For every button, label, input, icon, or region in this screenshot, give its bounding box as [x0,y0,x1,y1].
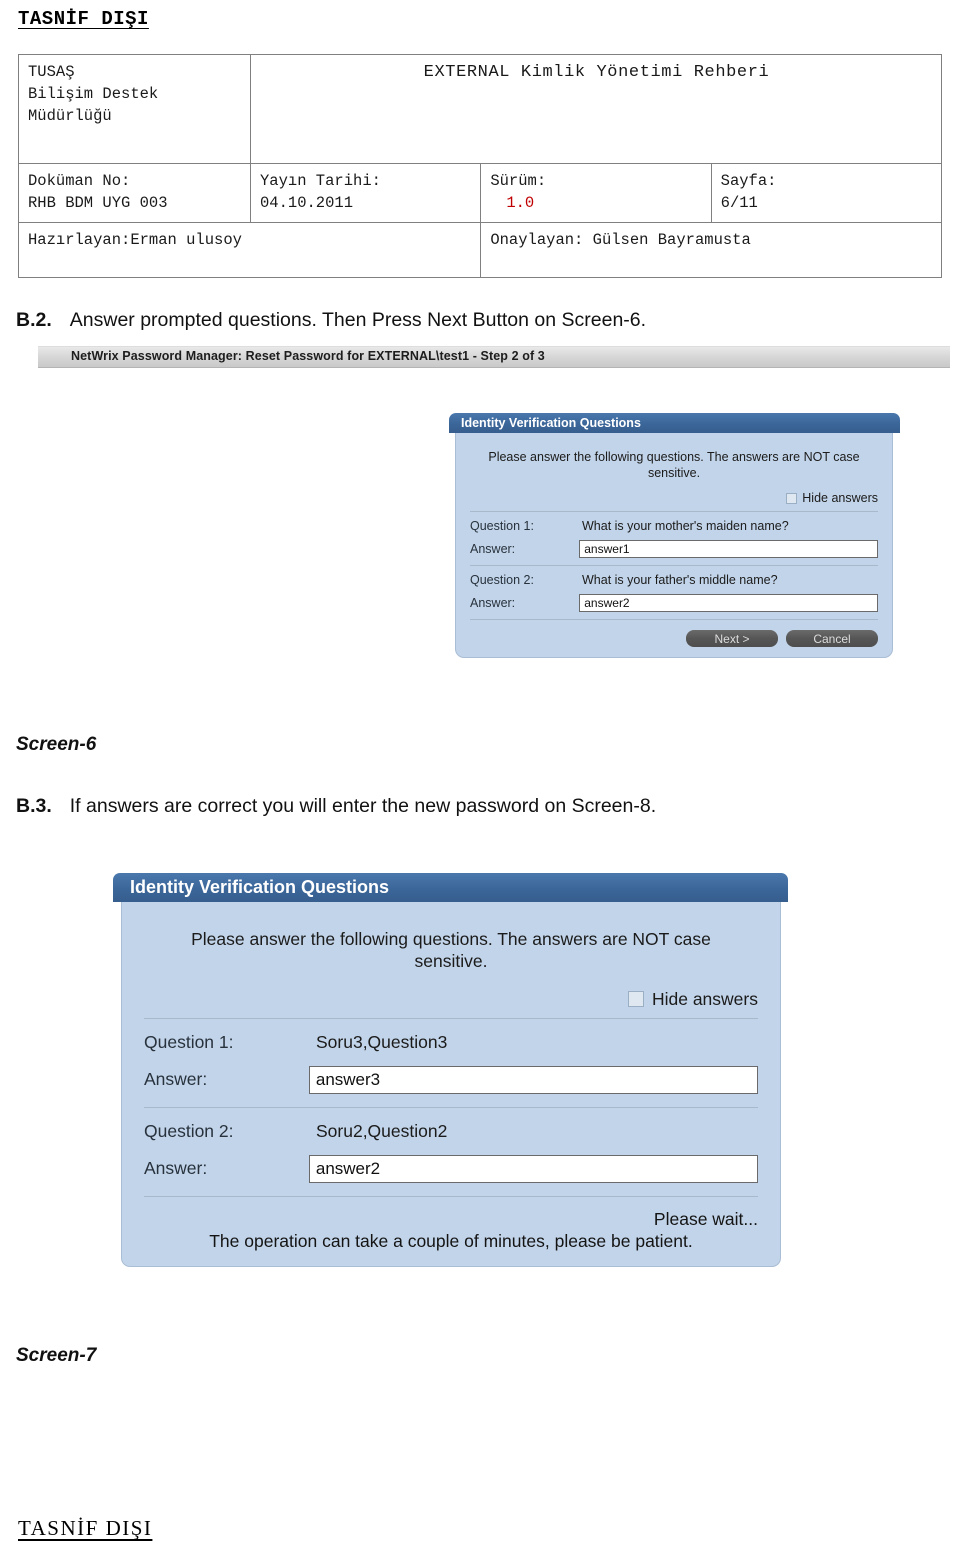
table-row: Doküman No: RHB BDM UYG 003 Yayın Tarihi… [18,163,943,223]
document-no-cell: Doküman No: RHB BDM UYG 003 [18,163,251,223]
netwrix-window-titlebar: NetWrix Password Manager: Reset Password… [38,346,950,368]
document-title-cell: EXTERNAL Kimlik Yönetimi Rehberi [250,54,942,164]
question-1-row: Question 1: Soru3,Question3 [144,1032,758,1053]
dialog-intro-text: Please answer the following questions. T… [191,929,711,972]
please-wait-text: Please wait... [653,1208,758,1229]
divider [144,1195,758,1197]
step-b2: B.2. Answer prompted questions. Then Pres… [16,309,646,332]
identity-verification-dialog-screen-7: Identity Verification Questions Please a… [113,873,803,1267]
organization-cell: TUSAŞ Bilişim Destek Müdürlüğü [18,54,251,164]
dialog-titlebar: Identity Verification Questions [449,413,900,433]
answer-2-label: Answer: [470,596,516,610]
question-1-text: Soru3,Question3 [316,1031,448,1052]
answer-2-row: Answer: answer2 [470,594,878,612]
divider [470,511,878,512]
divider [144,1106,758,1108]
answer-1-row: Answer: answer1 [470,540,878,558]
hide-answers-label: Hide answers [802,491,878,505]
step-b3-label: B.3. [16,795,52,817]
next-button[interactable]: Next > [686,630,778,647]
netwrix-window-title: NetWrix Password Manager: Reset Password… [71,349,545,363]
dialog-titlebar: Identity Verification Questions [113,873,788,902]
page-value: 6/11 [720,194,758,212]
question-1-text: What is your mother's maiden name? [582,519,789,533]
version-value: 1.0 [506,194,535,212]
dialog-intro-text: Please answer the following questions. T… [488,450,860,480]
dialog-button-row: Next > Cancel [470,630,878,647]
issue-date-value: 04.10.2011 [260,194,354,212]
question-2-label: Question 2: [144,1120,234,1141]
caption-screen-7: Screen-7 [16,1345,97,1366]
document-header-table: TUSAŞ Bilişim Destek Müdürlüğü EXTERNAL … [17,54,943,278]
answer-2-input[interactable]: answer2 [308,1154,758,1183]
question-2-row: Question 2: What is your father's middle… [470,573,878,587]
question-2-label: Question 2: [470,573,534,587]
question-1-row: Question 1: What is your mother's maiden… [470,519,878,533]
issue-date-cell: Yayın Tarihi: 04.10.2011 [249,163,482,223]
answer-1-input[interactable]: answer1 [579,540,878,558]
version-cell: Sürüm: 1.0 [480,163,712,223]
caption-screen-6: Screen-6 [16,734,97,755]
page-cell: Sayfa: 6/11 [710,163,943,223]
hide-answers-row[interactable]: Hide answers [470,491,878,505]
answer-1-label: Answer: [144,1069,208,1090]
step-b3-text: If answers are correct you will enter th… [69,795,657,817]
document-no-value: RHB BDM UYG 003 [28,194,168,212]
cancel-button[interactable]: Cancel [786,630,878,647]
answer-1-input[interactable]: answer3 [308,1065,758,1094]
version-label: Sürüm: [490,172,547,190]
step-b2-text: Answer prompted questions. Then Press Ne… [69,309,647,331]
dialog-body: Please answer the following questions. T… [455,433,893,658]
issue-date-label: Yayın Tarihi: [260,172,381,190]
organization-line-3: Müdürlüğü [28,107,112,125]
document-no-label: Doküman No: [28,172,131,190]
divider [470,565,878,566]
page-label: Sayfa: [720,172,777,190]
question-2-text: What is your father's middle name? [582,573,778,587]
prepared-by-cell: Hazırlayan:Erman ulusoy [17,222,482,278]
classification-banner-bottom: TASNİF DIŞI [18,1516,153,1540]
organization-line-1: TUSAŞ [28,63,75,81]
answer-1-row: Answer: answer3 [144,1065,758,1094]
please-wait-subtext: The operation can take a couple of minut… [209,1230,693,1251]
step-b2-label: B.2. [16,309,52,331]
question-1-label: Question 1: [144,1031,234,1052]
hide-answers-label: Hide answers [651,988,758,1009]
table-row: Hazırlayan:Erman ulusoy Onaylayan: Gülse… [17,222,942,278]
answer-2-row: Answer: answer2 [144,1154,758,1183]
answer-2-label: Answer: [144,1158,208,1179]
answer-1-label: Answer: [470,542,516,556]
question-1-label: Question 1: [470,519,534,533]
hide-answers-checkbox[interactable] [786,492,798,504]
step-b3: B.3. If answers are correct you will ente… [16,795,656,818]
table-row: TUSAŞ Bilişim Destek Müdürlüğü EXTERNAL … [18,54,942,164]
identity-verification-dialog-screen-6: Identity Verification Questions Please a… [449,413,904,658]
divider [144,1017,758,1019]
classification-banner-top: TASNİF DIŞI [18,8,149,30]
answer-2-input[interactable]: answer2 [579,594,878,612]
question-2-text: Soru2,Question2 [316,1120,448,1141]
approved-by-cell: Onaylayan: Gülsen Bayramusta [480,222,942,278]
hide-answers-row[interactable]: Hide answers [144,989,758,1010]
dialog-body: Please answer the following questions. T… [121,902,781,1267]
divider [470,619,878,620]
question-2-row: Question 2: Soru2,Question2 [144,1121,758,1142]
organization-line-2: Bilişim Destek [28,85,159,103]
hide-answers-checkbox[interactable] [627,991,644,1008]
